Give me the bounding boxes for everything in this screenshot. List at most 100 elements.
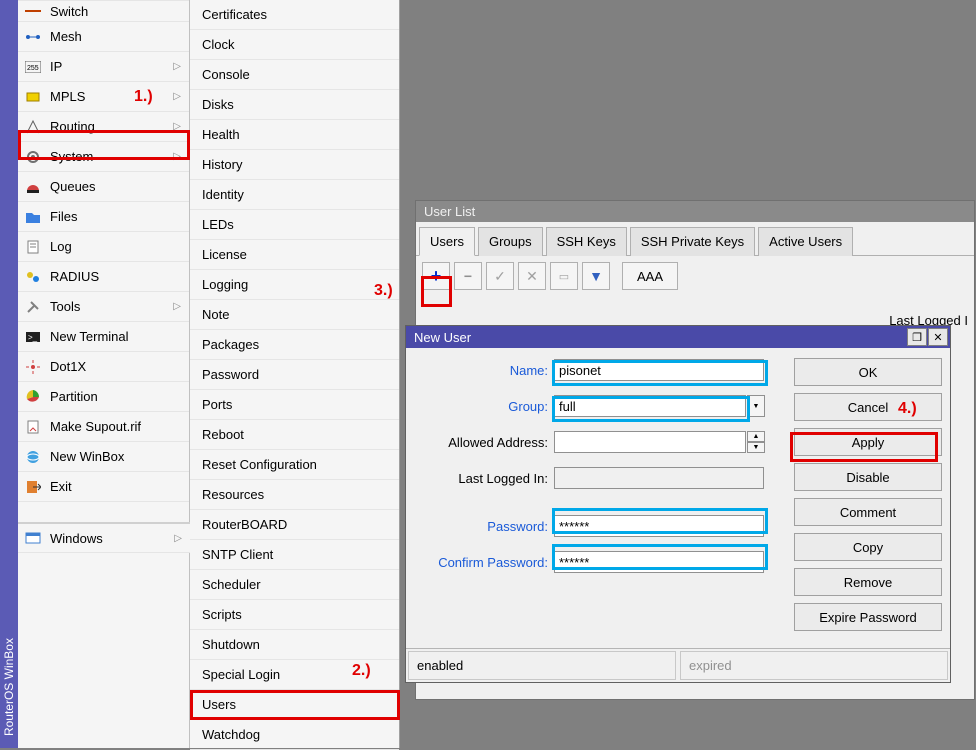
submenu-label: Password [202, 367, 259, 382]
allowed-address-stepper[interactable]: ▲▼ [747, 431, 765, 453]
submenu-item-ports[interactable]: Ports [190, 390, 399, 420]
submenu-item-health[interactable]: Health [190, 120, 399, 150]
submenu-label: Users [202, 697, 236, 712]
close-icon: ✕ [933, 331, 942, 344]
sidebar-item-radius[interactable]: RADIUS [18, 262, 189, 292]
tab-ssh-private-keys[interactable]: SSH Private Keys [630, 227, 755, 256]
submenu-item-identity[interactable]: Identity [190, 180, 399, 210]
submenu-item-packages[interactable]: Packages [190, 330, 399, 360]
submenu-item-scripts[interactable]: Scripts [190, 600, 399, 630]
submenu-item-console[interactable]: Console [190, 60, 399, 90]
comment-button[interactable]: Comment [794, 498, 942, 526]
submenu-item-reboot[interactable]: Reboot [190, 420, 399, 450]
sidebar-item-routing[interactable]: Routing ▷ [18, 112, 189, 142]
remove-button[interactable]: − [454, 262, 482, 290]
button-label: AAA [637, 269, 663, 284]
submenu-item-leds[interactable]: LEDs [190, 210, 399, 240]
submenu-item-watchdog[interactable]: Watchdog [190, 720, 399, 750]
new-user-body: Name: Group: ▼ Allowed Address: ▲▼ Last … [406, 348, 950, 648]
button-label: Expire Password [819, 610, 917, 625]
minus-icon: − [464, 268, 472, 284]
submenu-item-scheduler[interactable]: Scheduler [190, 570, 399, 600]
submenu-item-resources[interactable]: Resources [190, 480, 399, 510]
sidebar-item-dot1x[interactable]: Dot1X [18, 352, 189, 382]
submenu-item-license[interactable]: License [190, 240, 399, 270]
ok-button[interactable]: OK [794, 358, 942, 386]
routing-icon [24, 118, 42, 136]
enable-button[interactable]: ✓ [486, 262, 514, 290]
add-button[interactable]: + [422, 262, 450, 290]
dialog-restore-button[interactable]: ❐ [907, 328, 927, 346]
submenu-item-certificates[interactable]: Certificates [190, 0, 399, 30]
tab-label: Users [430, 234, 464, 249]
tab-users[interactable]: Users [419, 227, 475, 256]
sidebar-item-switch[interactable]: Switch [18, 0, 189, 22]
winbox-icon [24, 448, 42, 466]
sidebar-item-tools[interactable]: Tools ▷ [18, 292, 189, 322]
cancel-button[interactable]: Cancel [794, 393, 942, 421]
confirm-password-input[interactable] [554, 551, 764, 573]
tab-groups[interactable]: Groups [478, 227, 543, 256]
sidebar-item-mpls[interactable]: MPLS ▷ [18, 82, 189, 112]
sidebar-item-exit[interactable]: Exit [18, 472, 189, 502]
sidebar-label: Files [50, 209, 183, 224]
sidebar-item-windows[interactable]: Windows ▷ [18, 523, 190, 553]
tab-ssh-keys[interactable]: SSH Keys [546, 227, 627, 256]
button-label: Disable [846, 470, 889, 485]
chevron-right-icon: ▷ [173, 91, 181, 102]
submenu-item-sntp-client[interactable]: SNTP Client [190, 540, 399, 570]
allowed-address-input[interactable] [554, 431, 746, 453]
group-dropdown-button[interactable]: ▼ [747, 395, 765, 417]
submenu-item-history[interactable]: History [190, 150, 399, 180]
sidebar-item-log[interactable]: Log [18, 232, 189, 262]
submenu-label: Reset Configuration [202, 457, 317, 472]
new-user-form: Name: Group: ▼ Allowed Address: ▲▼ Last … [414, 358, 786, 638]
group-input[interactable] [554, 395, 746, 417]
expire-password-button[interactable]: Expire Password [794, 603, 942, 631]
tab-active-users[interactable]: Active Users [758, 227, 853, 256]
copy-button[interactable]: Copy [794, 533, 942, 561]
sidebar-label: System [50, 149, 173, 164]
submenu-label: Console [202, 67, 250, 82]
sidebar-label: Windows [50, 531, 174, 546]
disable-button[interactable]: Disable [794, 463, 942, 491]
sidebar-item-new-winbox[interactable]: New WinBox [18, 442, 189, 472]
password-input[interactable] [554, 515, 764, 537]
submenu-label: Ports [202, 397, 232, 412]
name-label: Name: [414, 363, 554, 378]
sidebar-label: Mesh [50, 29, 183, 44]
new-user-titlebar[interactable]: New User ❐ ✕ [406, 326, 950, 348]
filter-button[interactable]: ▼ [582, 262, 610, 290]
submenu-item-logging[interactable]: Logging [190, 270, 399, 300]
submenu-item-clock[interactable]: Clock [190, 30, 399, 60]
sidebar-item-partition[interactable]: Partition [18, 382, 189, 412]
tools-icon [24, 298, 42, 316]
sidebar-item-new-terminal[interactable]: >_ New Terminal [18, 322, 189, 352]
dialog-close-button[interactable]: ✕ [928, 328, 948, 346]
button-label: Comment [840, 505, 896, 520]
submenu-item-users[interactable]: Users [190, 690, 399, 720]
submenu-item-reset-configuration[interactable]: Reset Configuration [190, 450, 399, 480]
submenu-item-routerboard[interactable]: RouterBOARD [190, 510, 399, 540]
submenu-item-disks[interactable]: Disks [190, 90, 399, 120]
submenu-label: Special Login [202, 667, 280, 682]
folder-icon [24, 208, 42, 226]
switch-icon [24, 2, 42, 20]
sidebar-item-system[interactable]: System ▷ [18, 142, 189, 172]
apply-button[interactable]: Apply [794, 428, 942, 456]
disable-button[interactable]: ✕ [518, 262, 546, 290]
sidebar-item-mesh[interactable]: Mesh [18, 22, 189, 52]
sidebar-item-queues[interactable]: Queues [18, 172, 189, 202]
name-input[interactable] [554, 359, 764, 381]
sidebar-item-ip[interactable]: 255 IP ▷ [18, 52, 189, 82]
submenu-item-note[interactable]: Note [190, 300, 399, 330]
submenu-item-shutdown[interactable]: Shutdown [190, 630, 399, 660]
new-user-side-buttons: OK Cancel Apply Disable Comment Copy Rem… [794, 358, 942, 638]
comment-button[interactable]: ▭ [550, 262, 578, 290]
sidebar-item-make-supout[interactable]: Make Supout.rif [18, 412, 189, 442]
submenu-item-password[interactable]: Password [190, 360, 399, 390]
status-enabled: enabled [408, 651, 676, 680]
sidebar-item-files[interactable]: Files [18, 202, 189, 232]
remove-button[interactable]: Remove [794, 568, 942, 596]
aaa-button[interactable]: AAA [622, 262, 678, 290]
